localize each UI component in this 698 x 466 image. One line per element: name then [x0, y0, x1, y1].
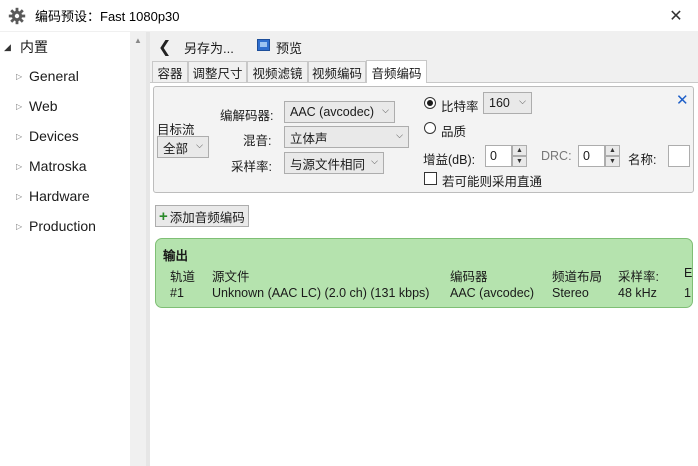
- preview-icon[interactable]: [257, 39, 270, 51]
- collapsed-triangle-icon[interactable]: ▷: [16, 192, 25, 201]
- scroll-up-arrow-icon[interactable]: ▲: [134, 36, 142, 45]
- drc-label: DRC:: [541, 149, 572, 163]
- row-source: Unknown (AAC LC) (2.0 ch) (131 kbps): [212, 286, 430, 300]
- collapsed-triangle-icon[interactable]: ▷: [16, 162, 25, 171]
- row-samplerate: 48 kHz: [618, 286, 657, 300]
- tree-item-production[interactable]: ▷ Production: [16, 216, 96, 236]
- collapsed-triangle-icon[interactable]: ▷: [16, 132, 25, 141]
- tree-item-label: Web: [29, 98, 58, 114]
- tree-item-hardware[interactable]: ▷ Hardware: [16, 186, 90, 206]
- samplerate-dropdown[interactable]: 与源文件相同 ⌵: [284, 152, 384, 174]
- codec-dropdown[interactable]: AAC (avcodec) ⌵: [284, 101, 395, 123]
- codec-value: AAC (avcodec): [290, 105, 375, 119]
- chevron-down-icon: ⌵: [396, 130, 403, 140]
- tab-video-filters[interactable]: 视频滤镜: [247, 61, 308, 82]
- row-encoder: AAC (avcodec): [450, 286, 535, 300]
- tree-item-general[interactable]: ▷ General: [16, 66, 79, 86]
- preset-tree: ◢ 内置 ▷ General ▷ Web ▷ Devices ▷ Matrosk…: [0, 32, 130, 466]
- name-label: 名称:: [628, 153, 657, 167]
- tree-item-devices[interactable]: ▷ Devices: [16, 126, 79, 146]
- title-bar: 编码预设：Fast 1080p30 ✕: [0, 0, 698, 32]
- back-arrow-icon[interactable]: ❮: [158, 37, 171, 57]
- collapsed-triangle-icon[interactable]: ▷: [16, 72, 25, 81]
- gear-icon: [8, 7, 26, 25]
- remove-track-icon[interactable]: ✕: [676, 91, 689, 109]
- chevron-down-icon: ⌵: [196, 140, 203, 150]
- output-title: 输出: [163, 249, 189, 263]
- collapsed-triangle-icon[interactable]: ▷: [16, 222, 25, 231]
- mixdown-value: 立体声: [290, 131, 328, 146]
- audio-track-settings: 目标流 全部 ⌵ 编解码器: AAC (avcodec) ⌵ 混音: 立体声 ⌵…: [153, 86, 694, 193]
- header-channel-layout: 频道布局: [552, 270, 603, 284]
- tree-root-label: 内置: [20, 39, 48, 55]
- close-icon[interactable]: ✕: [666, 6, 686, 26]
- tree-item-matroska[interactable]: ▷ Matroska: [16, 156, 87, 176]
- drc-stepper[interactable]: ▲ ▼: [605, 145, 620, 167]
- quality-label: 品质: [441, 125, 467, 139]
- add-icon: +: [159, 207, 168, 225]
- codec-label: 编解码器:: [220, 109, 274, 123]
- quality-radio[interactable]: [424, 122, 436, 134]
- gain-stepper[interactable]: ▲ ▼: [512, 145, 527, 167]
- bitrate-radio[interactable]: [424, 97, 436, 109]
- audio-encoding-panel: 目标流 全部 ⌵ 编解码器: AAC (avcodec) ⌵ 混音: 立体声 ⌵…: [150, 82, 698, 466]
- tab-bar: 容器 调整尺寸 视频滤镜 视频编码 音频编码: [150, 60, 698, 83]
- output-summary: 输出 轨道 源文件 编码器 频道布局 采样率: E #1 Unknown (AA…: [155, 238, 693, 308]
- target-stream-dropdown[interactable]: 全部 ⌵: [157, 136, 209, 158]
- tree-item-label: Hardware: [29, 188, 90, 204]
- collapsed-triangle-icon[interactable]: ▷: [16, 102, 25, 111]
- chevron-down-icon: ⌵: [382, 105, 389, 115]
- mixdown-dropdown[interactable]: 立体声 ⌵: [284, 126, 409, 148]
- header-encoder: 编码器: [450, 270, 488, 284]
- chevron-down-icon: ⌵: [371, 156, 378, 166]
- bitrate-label: 比特率: [441, 100, 479, 114]
- name-input[interactable]: [668, 145, 690, 167]
- bitrate-value: 160: [489, 96, 510, 110]
- chevron-down-icon: ⌵: [519, 96, 526, 106]
- header-track: 轨道: [170, 270, 196, 284]
- passthru-label: 若可能则采用直通: [442, 175, 543, 189]
- drc-input[interactable]: 0: [578, 145, 605, 167]
- tab-audio-encoding[interactable]: 音频编码: [366, 60, 427, 83]
- main-panel: ❮ 另存为... 预览 容器 调整尺寸 视频滤镜 视频编码 音频编码 目标流 全…: [150, 32, 698, 466]
- tab-video-encoding[interactable]: 视频编码: [308, 61, 366, 82]
- row-channel-layout: Stereo: [552, 286, 589, 300]
- stepper-down-icon[interactable]: ▼: [512, 156, 527, 167]
- tree-root-builtin[interactable]: ◢ 内置: [4, 38, 48, 56]
- tab-resize[interactable]: 调整尺寸: [188, 61, 247, 82]
- sidebar-scrollbar[interactable]: ▲: [130, 32, 146, 466]
- tree-item-label: Matroska: [29, 158, 87, 174]
- tree-item-label: Devices: [29, 128, 79, 144]
- tab-container[interactable]: 容器: [152, 61, 188, 82]
- gain-label: 增益(dB):: [423, 153, 476, 167]
- gain-value: 0: [490, 149, 497, 163]
- stepper-down-icon[interactable]: ▼: [605, 156, 620, 167]
- target-stream-value: 全部: [163, 141, 189, 156]
- add-audio-encoding-button[interactable]: + 添加音频编码: [155, 205, 249, 227]
- stepper-up-icon[interactable]: ▲: [512, 145, 527, 156]
- preview-button[interactable]: 预览: [276, 38, 302, 57]
- bitrate-dropdown[interactable]: 160 ⌵: [483, 92, 532, 114]
- expanded-triangle-icon[interactable]: ◢: [4, 42, 14, 53]
- mixdown-label: 混音:: [243, 134, 272, 148]
- samplerate-value: 与源文件相同: [290, 157, 366, 172]
- header-samplerate: 采样率:: [618, 270, 659, 284]
- row-track: #1: [170, 286, 184, 300]
- add-audio-label: 添加音频编码: [169, 210, 245, 225]
- save-as-button[interactable]: 另存为...: [184, 38, 234, 57]
- header-truncated: E: [684, 266, 693, 280]
- row-truncated: 1: [684, 286, 691, 300]
- gain-input[interactable]: 0: [485, 145, 512, 167]
- toolbar: ❮ 另存为... 预览: [150, 32, 698, 60]
- passthru-checkbox[interactable]: [424, 172, 437, 185]
- tree-item-label: General: [29, 68, 79, 84]
- samplerate-label: 采样率:: [231, 160, 272, 174]
- tree-item-web[interactable]: ▷ Web: [16, 96, 58, 116]
- drc-value: 0: [583, 149, 590, 163]
- tree-item-label: Production: [29, 218, 96, 234]
- header-source: 源文件: [212, 270, 250, 284]
- window-title: 编码预设：Fast 1080p30: [35, 9, 180, 24]
- stepper-up-icon[interactable]: ▲: [605, 145, 620, 156]
